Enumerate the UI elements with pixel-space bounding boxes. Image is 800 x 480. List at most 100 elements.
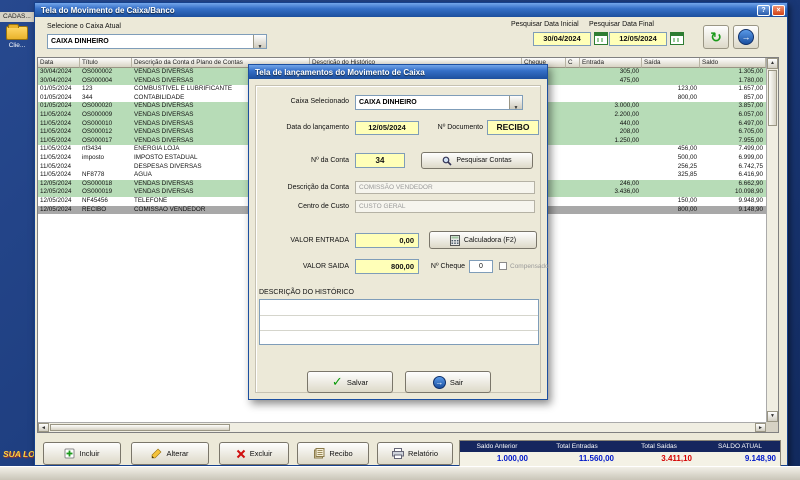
cell-saida: 800,00 <box>677 93 697 101</box>
cell-data: 12/05/2024 <box>40 196 72 204</box>
scroll-down-icon[interactable] <box>767 411 778 422</box>
salvar-label: Salvar <box>346 377 369 387</box>
help-button[interactable]: ? <box>757 4 770 16</box>
relatorio-label: Relatório <box>407 449 438 458</box>
check-icon: ✓ <box>331 374 343 389</box>
cell-titulo: OS000019 <box>82 188 113 196</box>
cell-data: 11/05/2024 <box>40 128 72 136</box>
cell-entrada: 208,00 <box>619 128 639 136</box>
horizontal-scrollbar[interactable] <box>38 422 766 432</box>
cell-saldo: 9.148,90 <box>738 205 763 213</box>
cell-data: 11/05/2024 <box>40 171 72 179</box>
cell-saida <box>642 77 700 86</box>
cell-c <box>566 163 580 172</box>
cell-saldo: 6.999,00 <box>738 153 763 161</box>
cell-saida: 456,00 <box>677 145 697 153</box>
delete-x-icon <box>236 449 245 458</box>
blue-arrow-icon: → <box>432 375 446 389</box>
calendar-icon[interactable] <box>594 32 608 45</box>
alterar-button[interactable]: Alterar <box>131 442 209 465</box>
chevron-down-icon[interactable] <box>509 96 522 109</box>
total-entradas-label: Total Entradas <box>556 443 598 450</box>
cell-saida: 325,85 <box>677 171 697 179</box>
valor-saida-field[interactable]: 800,00 <box>355 259 419 274</box>
go-button[interactable]: → <box>733 25 759 49</box>
documento-field[interactable]: RECIBO <box>487 120 539 135</box>
total-entradas-value: 11.560,00 <box>578 454 614 463</box>
relatorio-button[interactable]: Relatório <box>377 442 453 465</box>
sair-button[interactable]: → Sair <box>405 371 491 393</box>
column-header[interactable]: Data <box>38 58 80 68</box>
cell-c <box>566 128 580 137</box>
caixa-selecionado-combobox[interactable]: CAIXA DINHEIRO <box>355 95 523 110</box>
cell-titulo: OS000012 <box>82 128 113 136</box>
pesquisar-contas-button[interactable]: Pesquisar Contas <box>421 152 533 169</box>
cell-saida <box>642 137 700 146</box>
data-lancamento-field[interactable]: 12/05/2024 <box>355 121 419 135</box>
descricao-historico-textarea[interactable] <box>259 299 539 345</box>
column-header[interactable]: C <box>566 58 580 68</box>
scroll-up-icon[interactable] <box>767 58 778 69</box>
compensado-checkbox[interactable] <box>499 262 507 270</box>
recibo-button[interactable]: Recibo <box>297 442 369 465</box>
chevron-down-icon[interactable] <box>253 35 266 48</box>
cell-data: 12/05/2024 <box>40 205 72 213</box>
numero-conta-field[interactable]: 34 <box>355 153 405 168</box>
cell-data: 11/05/2024 <box>40 153 72 161</box>
cell-c <box>566 85 580 94</box>
cell-data: 01/05/2024 <box>40 85 72 93</box>
lancamento-dialog: Tela de lançamentos do Movimento de Caix… <box>248 64 549 400</box>
valor-entrada-label: VALOR ENTRADA <box>290 237 349 244</box>
cell-titulo: OS000004 <box>82 76 113 84</box>
cell-saida: 150,00 <box>677 196 697 204</box>
cell-entrada <box>580 85 642 94</box>
data-inicial-field[interactable]: 30/04/2024 <box>533 32 591 46</box>
scroll-left-icon[interactable] <box>38 423 49 432</box>
cell-data: 11/05/2024 <box>40 119 72 127</box>
cell-saldo: 3.857,00 <box>738 102 763 110</box>
cell-c <box>566 188 580 197</box>
incluir-button[interactable]: Incluir <box>43 442 121 465</box>
incluir-label: Incluir <box>79 449 100 458</box>
valor-entrada-field[interactable]: 0,00 <box>355 233 419 248</box>
vertical-scrollbar[interactable] <box>766 58 778 422</box>
cell-entrada: 475,00 <box>619 76 639 84</box>
caixa-atual-combobox[interactable]: CAIXA DINHEIRO <box>47 34 267 49</box>
parent-menu-fragment[interactable]: CADAS... <box>0 12 34 22</box>
cell-data: 11/05/2024 <box>40 136 72 144</box>
cell-entrada <box>580 197 642 206</box>
excluir-label: Excluir <box>249 449 273 458</box>
column-header[interactable]: Saldo <box>700 58 766 68</box>
column-header[interactable]: Entrada <box>580 58 642 68</box>
cell-data: 11/05/2024 <box>40 110 72 118</box>
cell-saida: 800,00 <box>677 205 697 213</box>
close-button[interactable]: × <box>772 4 785 16</box>
calculadora-button[interactable]: Calculadora (F2) <box>429 231 537 249</box>
data-final-field[interactable]: 12/05/2024 <box>609 32 667 46</box>
total-saidas-value: 3.411,10 <box>661 454 692 463</box>
horizontal-scroll-thumb[interactable] <box>50 424 230 431</box>
cell-c <box>566 197 580 206</box>
cell-titulo: OS000002 <box>82 68 113 75</box>
documento-label: Nº Documento <box>437 124 483 131</box>
excluir-button[interactable]: Excluir <box>219 442 289 465</box>
memo-line <box>260 330 538 331</box>
column-header[interactable]: Saída <box>642 58 700 68</box>
salvar-button[interactable]: ✓ Salvar <box>307 371 393 393</box>
cell-data: 12/05/2024 <box>40 188 72 196</box>
search-icon <box>442 156 452 166</box>
clients-shortcut[interactable]: Clie... <box>1 24 33 49</box>
calendar-icon[interactable] <box>670 32 684 45</box>
cell-titulo: OS000017 <box>82 136 113 144</box>
column-header[interactable]: Título <box>80 58 132 68</box>
calculator-icon <box>449 234 460 246</box>
scroll-right-icon[interactable] <box>755 423 766 432</box>
numero-cheque-field[interactable]: 0 <box>469 260 493 273</box>
vertical-scroll-thumb[interactable] <box>768 70 777 126</box>
refresh-button[interactable]: ↻ <box>703 25 729 49</box>
cell-titulo: NF45456 <box>82 196 108 204</box>
saldo-atual-label: SALDO ATUAL <box>718 443 762 450</box>
cell-entrada <box>580 145 642 154</box>
cell-entrada: 440,00 <box>619 119 639 127</box>
numero-conta-label: Nº da Conta <box>311 157 349 164</box>
